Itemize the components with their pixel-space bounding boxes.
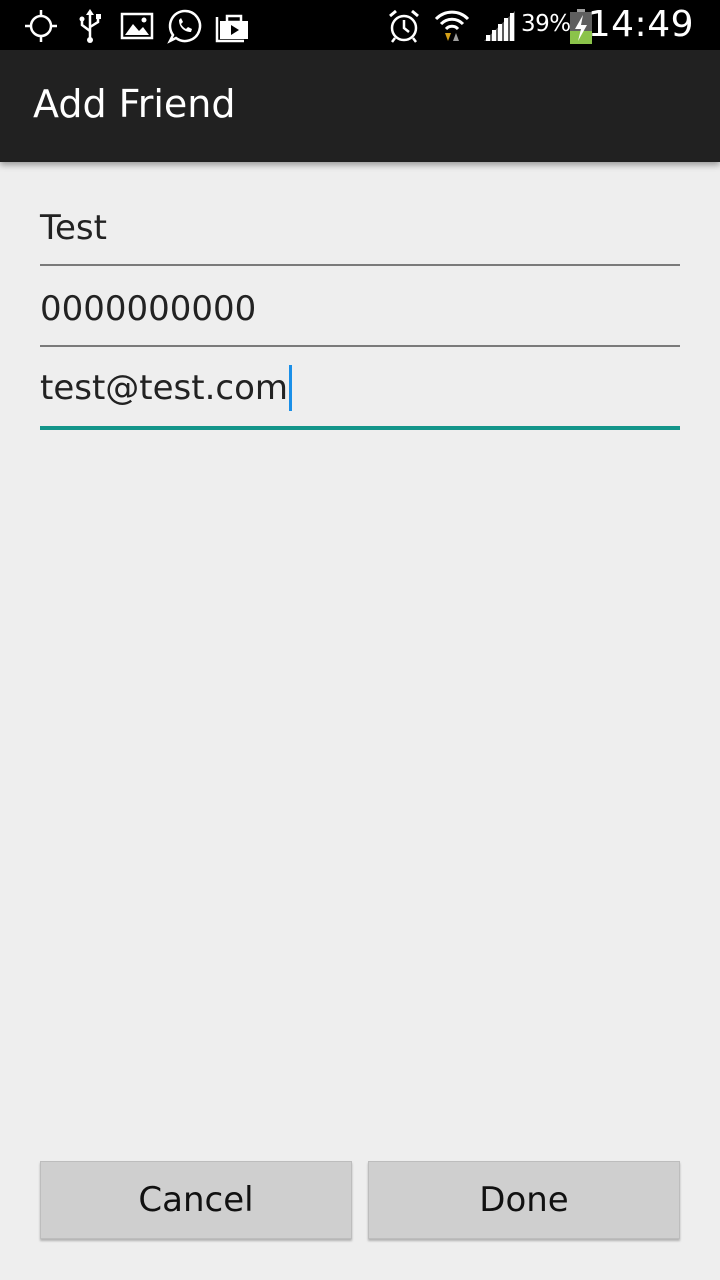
whatsapp-icon [167, 9, 202, 44]
email-field-value: test@test.com [40, 368, 289, 408]
signal-icon [484, 11, 515, 41]
alarm-icon [389, 9, 419, 43]
image-icon [120, 12, 154, 40]
name-field-underline [40, 264, 680, 266]
page-title: Add Friend [33, 82, 236, 126]
usb-icon [79, 9, 101, 43]
wifi-icon [434, 10, 470, 41]
battery-percent: 39% [521, 11, 571, 37]
name-field[interactable]: Test [40, 186, 680, 266]
phone-field[interactable]: 0000000000 [40, 267, 680, 347]
done-button[interactable]: Done [368, 1161, 680, 1239]
status-bar: 39% 14:49 [0, 0, 720, 50]
text-cursor [289, 365, 293, 411]
email-field-text: test@test.com [40, 365, 293, 411]
email-field-underline [40, 426, 680, 430]
action-bar: Add Friend [0, 50, 720, 162]
gps-icon [25, 10, 57, 42]
cancel-button[interactable]: Cancel [40, 1161, 352, 1239]
name-field-value: Test [40, 208, 107, 248]
email-field[interactable]: test@test.com [40, 349, 680, 430]
phone-field-value: 0000000000 [40, 289, 257, 329]
briefcase-play-icon [215, 14, 248, 43]
phone-field-underline [40, 345, 680, 347]
clock-time: 14:49 [587, 4, 694, 45]
